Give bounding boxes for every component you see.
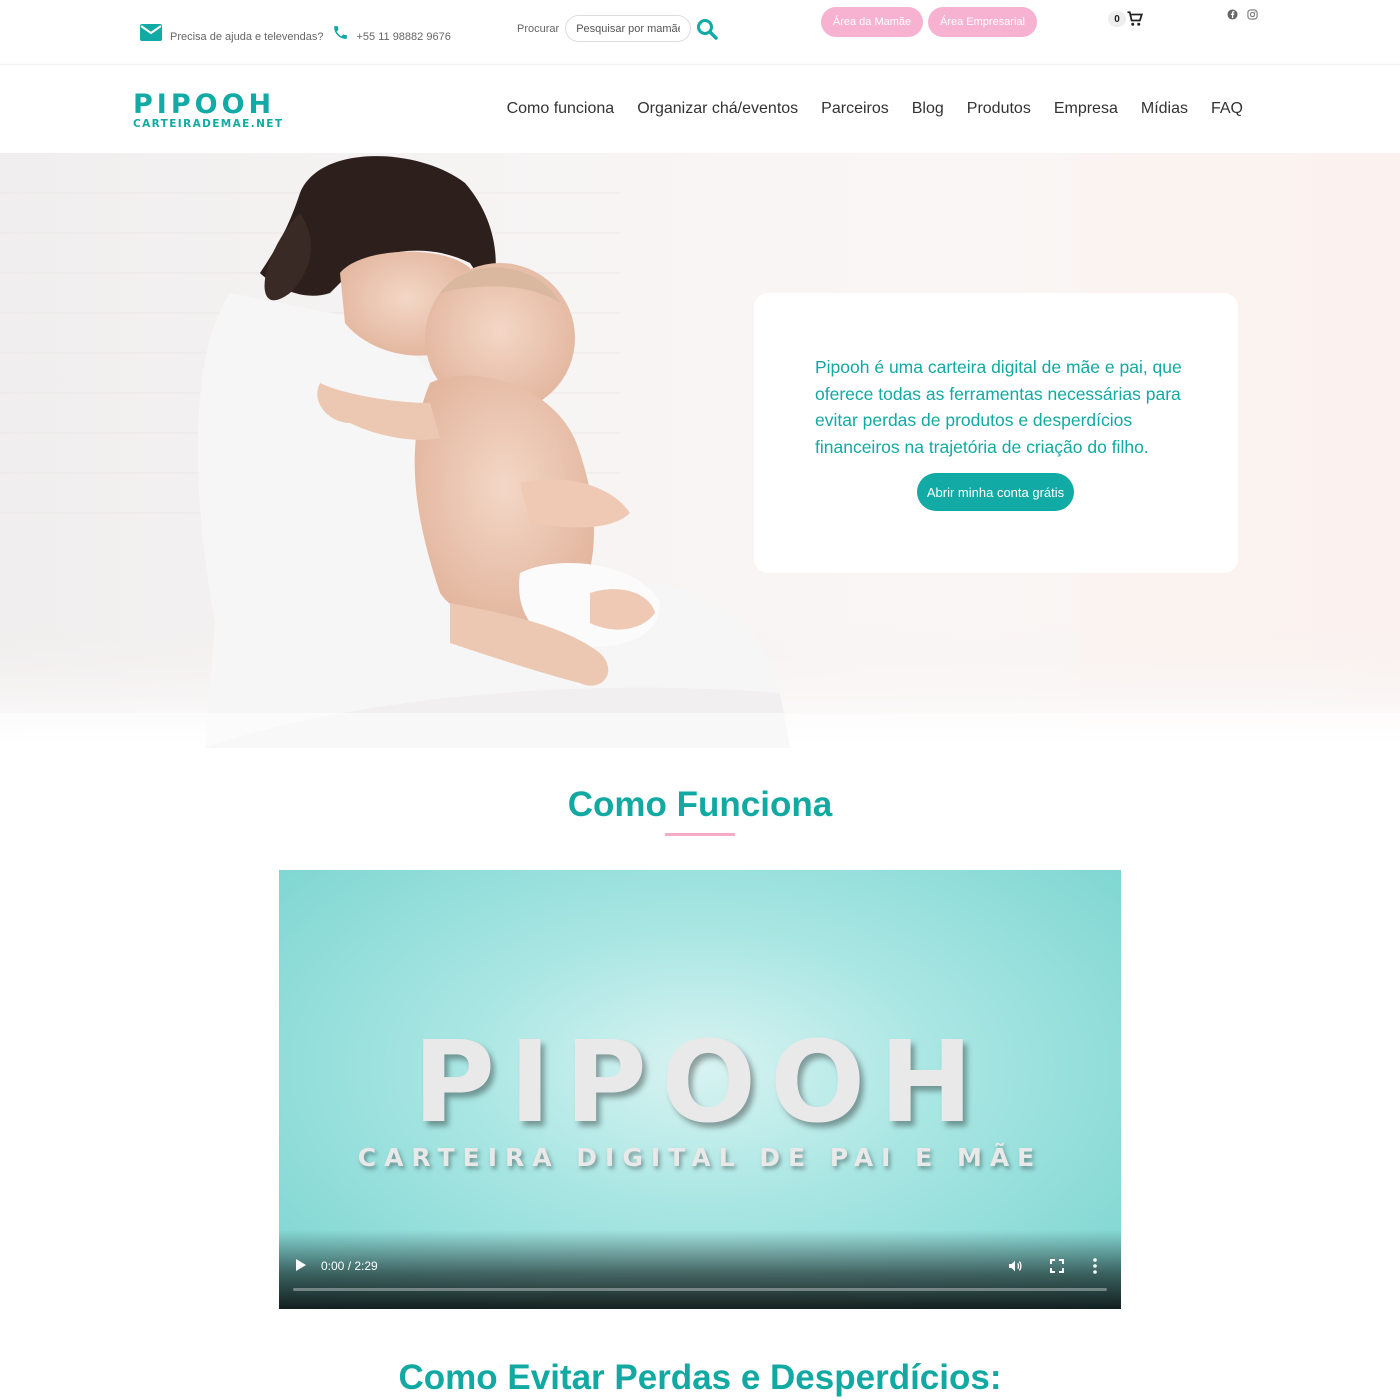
nav-parceiros[interactable]: Parceiros: [821, 100, 889, 118]
video-title-word: PIPOOH: [413, 1018, 987, 1148]
nav-organizar-cha[interactable]: Organizar chá/eventos: [637, 100, 798, 118]
hero-banner: Pipooh é uma carteira digital de mãe e p…: [0, 153, 1400, 748]
envelope-icon: [140, 24, 162, 41]
nav-midias[interactable]: Mídias: [1141, 100, 1188, 118]
phone-icon: [332, 24, 349, 41]
search-area: Procurar: [517, 15, 719, 42]
more-options-button[interactable]: [1093, 1258, 1097, 1279]
cart-icon: [1127, 11, 1143, 26]
main-navbar: PIPOOH CARTEIRADEMAE.NET Como funciona O…: [0, 64, 1400, 153]
search-icon: [697, 18, 718, 40]
video-subtitle: CARTEIRA DIGITAL DE PAI E MÃE: [357, 1143, 1043, 1172]
main-menu: Como funciona Organizar chá/eventos Parc…: [507, 100, 1243, 118]
help-text: Precisa de ajuda e televendas?: [170, 31, 324, 43]
more-vertical-icon: [1093, 1258, 1097, 1274]
area-empresarial-button[interactable]: Área Empresarial: [928, 7, 1037, 37]
nav-blog[interactable]: Blog: [912, 100, 944, 118]
search-label: Procurar: [517, 22, 560, 35]
site-logo[interactable]: PIPOOH CARTEIRADEMAE.NET: [133, 91, 283, 130]
avoid-losses-title: Como Evitar Perdas e Desperdícios:: [398, 1358, 1002, 1397]
play-button[interactable]: [295, 1258, 307, 1277]
cart-button[interactable]: 0: [1108, 10, 1144, 28]
fullscreen-icon: [1050, 1259, 1064, 1273]
instagram-icon[interactable]: [1247, 9, 1258, 20]
video-progress-bar[interactable]: [293, 1288, 1107, 1291]
volume-icon: [1009, 1260, 1022, 1272]
cart-count: 0: [1108, 11, 1126, 27]
nav-empresa[interactable]: Empresa: [1054, 100, 1118, 118]
nav-produtos[interactable]: Produtos: [967, 100, 1031, 118]
how-it-works-title: Como Funciona: [567, 785, 833, 824]
video-time: 0:00 / 2:29: [321, 1259, 378, 1273]
video-player[interactable]: PIPOOH CARTEIRA DIGITAL DE PAI E MÃE 0:0…: [279, 870, 1121, 1309]
top-bar: Precisa de ajuda e televendas? +55 11 98…: [0, 0, 1400, 64]
logo-word: PIPOOH: [133, 89, 276, 120]
logo-domain: CARTEIRADEMAE.NET: [133, 118, 284, 130]
social-links: [1227, 9, 1258, 20]
volume-button[interactable]: [1007, 1258, 1023, 1279]
search-button[interactable]: [695, 17, 719, 41]
phone-link[interactable]: +55 11 98882 9676: [357, 31, 451, 43]
hero-description: Pipooh é uma carteira digital de mãe e p…: [815, 357, 1182, 457]
play-icon: [296, 1259, 306, 1271]
video-controls: [279, 1230, 1121, 1309]
fullscreen-button[interactable]: [1050, 1259, 1064, 1278]
area-mamae-button[interactable]: Área da Mamãe: [821, 7, 923, 37]
contact-info: Precisa de ajuda e televendas? +55 11 98…: [140, 22, 451, 43]
search-input[interactable]: [565, 15, 692, 42]
title-divider: [665, 833, 735, 836]
hero-info-card: Pipooh é uma carteira digital de mãe e p…: [754, 293, 1238, 573]
nav-faq[interactable]: FAQ: [1211, 100, 1243, 118]
open-account-button[interactable]: Abrir minha conta grátis: [917, 473, 1074, 511]
nav-como-funciona[interactable]: Como funciona: [507, 100, 615, 118]
facebook-icon[interactable]: [1227, 9, 1238, 20]
